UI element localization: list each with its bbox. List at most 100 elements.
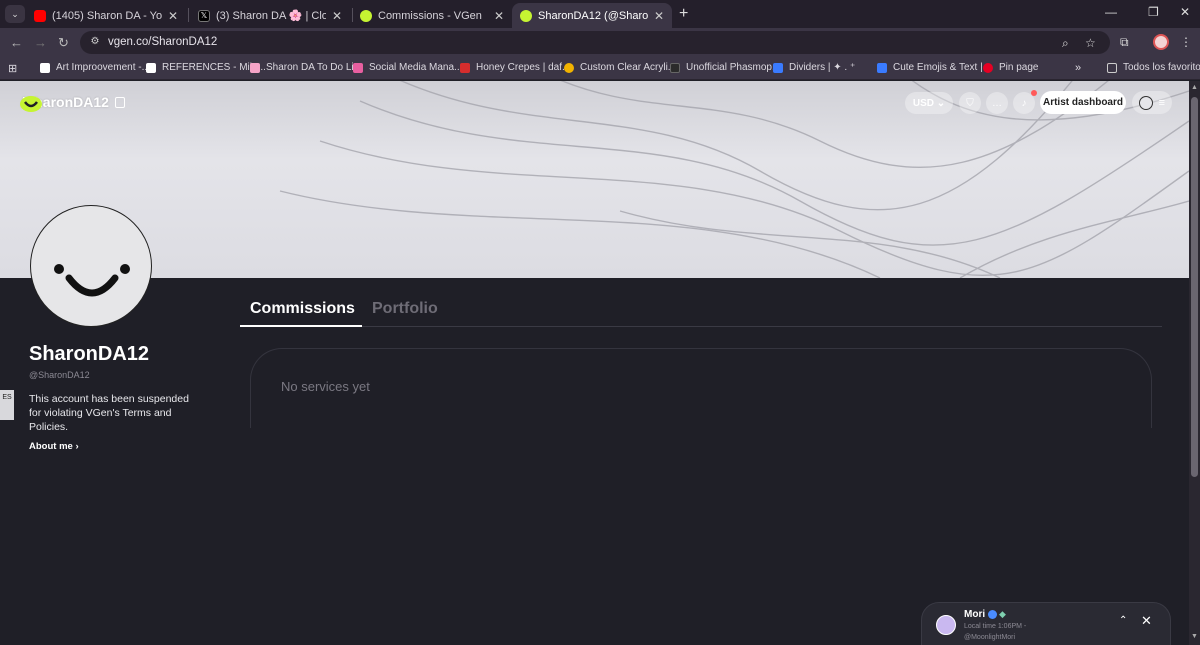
banner-wave-pattern — [279, 81, 1189, 278]
site-info-icon[interactable]: ⚙ — [88, 36, 102, 49]
bookmarks-bar: ⊞ Art Improovement -... REFERENCES - Mil… — [0, 57, 1200, 80]
zoom-search-icon[interactable]: ⌕ — [1062, 36, 1069, 51]
vgen-favicon-icon — [360, 9, 372, 22]
suspension-notice: This account has been suspended for viol… — [29, 393, 189, 433]
bookmark-label: Pin page — [999, 62, 1039, 73]
forward-arrow-icon[interactable]: → — [34, 35, 47, 50]
apps-grid-icon[interactable]: ⊞ — [8, 62, 17, 75]
cart-icon[interactable]: ⛉ — [959, 92, 981, 114]
close-window-icon[interactable]: ✕ — [1180, 5, 1190, 19]
bookmark-item[interactable]: Art Improovement -... — [40, 62, 150, 73]
currency-selector[interactable]: USD ⌄ — [905, 92, 953, 114]
new-tab-plus-icon[interactable]: + — [679, 5, 688, 23]
browser-tab-commissions[interactable]: Commissions - VGen ✕ — [352, 3, 512, 28]
close-tab-icon[interactable]: ✕ — [332, 9, 342, 23]
bookmark-item[interactable]: Cute Emojis & Text |... — [877, 62, 991, 73]
tab-commissions[interactable]: Commissions — [250, 300, 355, 318]
bookmark-label: Sharon DA To Do Li... — [266, 62, 362, 73]
bookmark-item[interactable]: Social Media Mana... — [353, 62, 462, 73]
tab-title: (1405) Sharon DA - YouTube — [52, 9, 162, 22]
hamburger-menu-icon: ≡ — [1158, 96, 1166, 109]
artist-dashboard-button[interactable]: Artist dashboard — [1040, 91, 1126, 114]
back-arrow-icon[interactable]: ← — [10, 35, 23, 50]
url-text[interactable]: vgen.co/SharonDA12 — [108, 36, 217, 48]
verified-badge-icon — [988, 610, 997, 619]
close-tab-icon[interactable]: ✕ — [494, 9, 504, 23]
bookmark-favicon-icon — [564, 62, 574, 73]
tab-portfolio[interactable]: Portfolio — [372, 300, 438, 318]
all-bookmarks-folder[interactable]: Todos los favoritos — [1107, 62, 1200, 73]
active-tab-underline — [240, 325, 362, 327]
close-tab-icon[interactable]: ✕ — [654, 9, 664, 23]
reload-icon[interactable]: ↻ — [58, 35, 69, 51]
notification-dot — [1031, 90, 1037, 96]
chat-popup[interactable]: Mori ◆ Local time 1:06PM - @MoonlightMor… — [921, 602, 1171, 645]
bookmark-favicon-icon — [460, 62, 470, 73]
all-bookmarks-label: Todos los favoritos — [1123, 62, 1200, 73]
vgen-logo-icon — [20, 96, 42, 112]
bookmark-favicon-icon — [983, 62, 993, 73]
scroll-up-arrow-icon[interactable]: ▲ — [1191, 84, 1198, 91]
bookmark-favicon-icon — [250, 62, 260, 73]
tab-title: (3) Sharon DA 🌸 | Closed Com — [216, 10, 326, 22]
page-scrollbar[interactable]: ▲ ▼ — [1189, 81, 1200, 645]
address-bar[interactable]: ⚙ vgen.co/SharonDA12 ⌕ ☆ — [80, 31, 1110, 54]
bookmark-item[interactable]: Dividers | ✦ . ⁺ — [773, 62, 855, 73]
bookmark-favicon-icon — [877, 62, 887, 73]
copy-icon[interactable] — [114, 96, 125, 108]
vgen-profile-page: /SharonDA12 USD ⌄ ⛉ … ♪ Artist dashboard… — [0, 81, 1189, 645]
scrollbar-thumb[interactable] — [1191, 97, 1198, 477]
youtube-icon — [34, 9, 46, 22]
language-label: ES — [2, 394, 12, 401]
chat-local-time: Local time 1:06PM - — [964, 623, 1027, 630]
tab-search-chevron-icon[interactable]: ⌄ — [5, 5, 25, 23]
close-chat-icon[interactable]: ✕ — [1141, 613, 1152, 629]
extensions-icon[interactable]: ⧉ — [1120, 35, 1129, 50]
browser-tab-x[interactable]: 𝕏 (3) Sharon DA 🌸 | Closed Com ✕ — [190, 3, 350, 28]
tab-title: Commissions - VGen — [378, 9, 482, 22]
browser-tab-active-profile[interactable]: SharonDA12 (@SharonDA12) | V ✕ — [512, 3, 672, 28]
empty-services-text: No services yet — [281, 379, 370, 394]
browser-tab-youtube[interactable]: (1405) Sharon DA - YouTube ✕ — [26, 3, 186, 28]
bookmark-favicon-icon — [146, 62, 156, 73]
vgen-logo[interactable]: /SharonDA12 — [18, 94, 125, 112]
vgen-favicon-icon — [520, 9, 532, 22]
bookmark-item[interactable]: Custom Clear Acryli... — [564, 62, 676, 73]
x-logo-icon: 𝕏 — [198, 9, 210, 22]
profile-avatar — [30, 205, 152, 327]
bookmark-label: Honey Crepes | daf... — [476, 62, 571, 73]
bookmark-star-icon[interactable]: ☆ — [1085, 36, 1096, 50]
bookmark-label: Unofficial Phasmop... — [686, 62, 781, 73]
close-tab-icon[interactable]: ✕ — [168, 9, 178, 23]
language-tag[interactable]: ES — [0, 390, 14, 420]
minimize-icon[interactable]: — — [1105, 5, 1117, 19]
browser-tabstrip: ⌄ (1405) Sharon DA - YouTube ✕ 𝕏 (3) Sha… — [0, 0, 1200, 28]
scroll-down-arrow-icon[interactable]: ▼ — [1191, 633, 1198, 640]
restore-icon[interactable]: ❐ — [1148, 5, 1159, 19]
bookmark-favicon-icon — [40, 62, 50, 73]
folder-icon — [1107, 62, 1117, 73]
expand-chevron-up-icon[interactable]: ⌃ — [1119, 615, 1127, 626]
chat-user-handle: @MoonlightMori — [964, 634, 1016, 641]
chat-user-name: Mori — [964, 609, 986, 620]
bookmark-favicon-icon — [353, 62, 363, 73]
user-avatar-mini — [1138, 95, 1153, 110]
account-menu-button[interactable]: ≡ — [1132, 91, 1172, 114]
bookmark-item[interactable]: Sharon DA To Do Li... — [250, 62, 362, 73]
bookmark-label: Dividers | ✦ . ⁺ — [789, 62, 856, 73]
about-me-link[interactable]: About me › — [29, 441, 79, 452]
profile-username: SharonDA12 — [29, 343, 150, 365]
profile-banner: /SharonDA12 USD ⌄ ⛉ … ♪ Artist dashboard… — [0, 81, 1189, 278]
bookmark-item[interactable]: Honey Crepes | daf... — [460, 62, 570, 73]
profile-avatar-icon[interactable] — [1153, 34, 1169, 50]
browser-menu-icon[interactable]: ⋮ — [1180, 35, 1192, 49]
more-bookmarks-chevron-icon[interactable]: » — [1075, 62, 1081, 74]
messages-icon[interactable]: … — [986, 92, 1008, 114]
profile-handle: @SharonDA12 — [29, 370, 90, 380]
profile-tabs: Commissions Portfolio — [240, 295, 1162, 327]
bookmark-item[interactable]: Pin page — [983, 62, 1038, 73]
bookmark-item[interactable]: REFERENCES - Mila... — [146, 62, 266, 73]
bookmark-favicon-icon — [670, 62, 680, 73]
bookmark-label: Cute Emojis & Text |... — [893, 62, 992, 73]
bookmark-item[interactable]: Unofficial Phasmop... — [670, 62, 780, 73]
